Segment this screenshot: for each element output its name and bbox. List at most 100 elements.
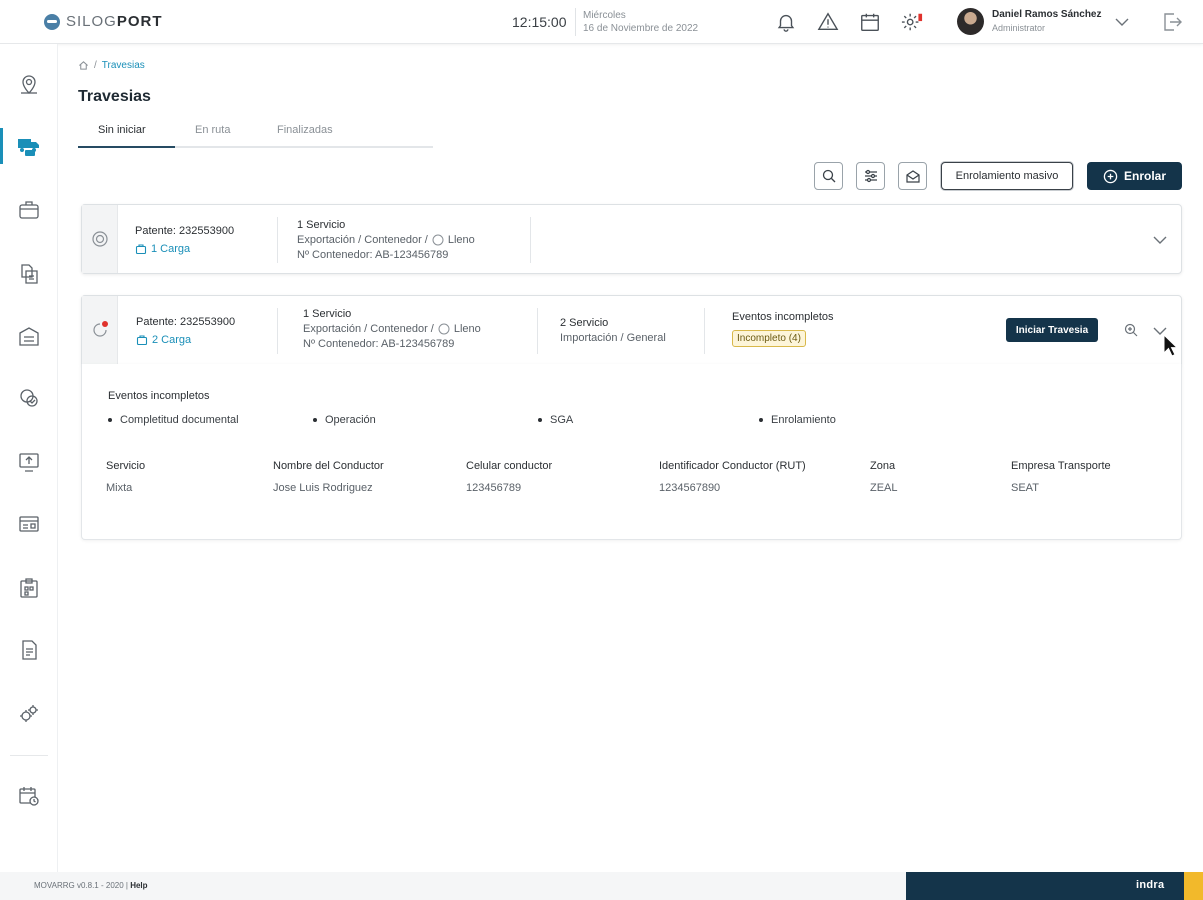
- divider: [277, 308, 278, 354]
- status-badge: Incompleto (4): [732, 330, 806, 347]
- user-role: Administrator: [992, 23, 1046, 33]
- card-status-strip: [82, 205, 118, 273]
- divider: [704, 308, 705, 354]
- chevron-down-icon[interactable]: [1114, 14, 1130, 33]
- service-title: 1 Servicio: [297, 219, 346, 231]
- mail-tray-icon: [905, 170, 920, 183]
- footer-version: MOVARRG v0.8.1 - 2020 | Help: [34, 881, 148, 890]
- map-pin-icon: [21, 75, 37, 94]
- container-state-icon: [438, 323, 450, 335]
- help-link[interactable]: Help: [130, 881, 147, 890]
- sidebar-item-travesias[interactable]: [0, 126, 58, 166]
- cell-value: SEAT: [1011, 482, 1039, 494]
- home-icon[interactable]: [78, 60, 89, 71]
- day-label: Miércoles: [583, 10, 626, 21]
- top-bar: SILOGPORT 12:15:00 Miércoles 16 de Novie…: [0, 0, 1203, 44]
- version-label: MOVARRG v0.8.1 - 2020 |: [34, 881, 128, 890]
- logout-icon[interactable]: [1160, 10, 1184, 37]
- bulk-enroll-button[interactable]: Enrolamiento masivo: [941, 162, 1073, 190]
- gears-icon: [20, 705, 38, 722]
- export-button[interactable]: [898, 162, 927, 190]
- service-state-label: Lleno: [453, 323, 481, 335]
- service-title: 2 Servicio: [560, 317, 609, 329]
- cell-value: ZEAL: [870, 482, 898, 494]
- divider: [277, 217, 278, 263]
- container-number: Nº Contenedor: AB-123456789: [303, 338, 455, 350]
- clock-time: 12:15:00: [512, 14, 567, 30]
- service-title: 1 Servicio: [303, 308, 352, 320]
- sidebar-item-upload[interactable]: [0, 442, 58, 482]
- card-carga-label: 2 Carga: [152, 334, 192, 346]
- brand-logo: indra: [1136, 879, 1165, 891]
- service-type: Exportación / Contenedor / Lleno: [297, 234, 475, 246]
- column-header: Zona: [870, 460, 896, 472]
- events-title: Eventos incompletos: [732, 311, 834, 323]
- breadcrumb-current[interactable]: Travesias: [102, 60, 145, 71]
- chevron-down-icon[interactable]: [1151, 231, 1169, 252]
- sidebar-item-warehouse[interactable]: [0, 316, 58, 356]
- cell-value: Mixta: [106, 482, 133, 494]
- warning-icon[interactable]: [816, 10, 840, 34]
- avatar[interactable]: [957, 8, 984, 35]
- service-type: Importación / General: [560, 332, 666, 344]
- file-report-icon: [22, 640, 37, 660]
- calendar-icon[interactable]: [858, 10, 882, 34]
- column-header: Celular conductor: [466, 460, 553, 472]
- warehouse-icon: [19, 327, 39, 346]
- documents-transfer-icon: [21, 264, 38, 284]
- breadcrumb: / Travesias: [78, 60, 145, 71]
- travesia-card[interactable]: Patente: 232553900 1 Carga 1 Servicio Ex…: [81, 204, 1182, 274]
- sidebar: [0, 44, 58, 872]
- active-tab-indicator: [78, 146, 175, 148]
- column-header: Identificador Conductor (RUT): [659, 460, 806, 472]
- cell-value: 123456789: [466, 482, 522, 494]
- column-header: Empresa Transporte: [1011, 460, 1111, 472]
- logo-mark-icon: [44, 13, 60, 30]
- card-carga-link[interactable]: 2 Carga: [136, 334, 191, 346]
- page-title: Travesias: [78, 88, 151, 105]
- enroll-button[interactable]: Enrolar: [1087, 162, 1182, 190]
- service-type-label: Exportación / Contenedor /: [303, 323, 434, 335]
- sidebar-item-clipboard[interactable]: [0, 568, 58, 608]
- clipboard-grid-icon: [20, 578, 38, 598]
- zoom-icon[interactable]: [1123, 322, 1139, 341]
- bell-icon[interactable]: [774, 10, 798, 34]
- tab-bar: Sin iniciar En ruta Finalizadas: [78, 118, 433, 148]
- sidebar-item-documents[interactable]: [0, 254, 58, 294]
- app-logo[interactable]: SILOGPORT: [44, 13, 163, 30]
- divider: [537, 308, 538, 354]
- container-state-icon: [432, 234, 444, 246]
- sidebar-item-settings[interactable]: [0, 694, 58, 734]
- plus-circle-icon: [1103, 169, 1118, 183]
- start-travesia-button[interactable]: Iniciar Travesia: [1006, 318, 1098, 342]
- cargo-icon: [135, 244, 147, 255]
- upload-screen-icon: [19, 453, 39, 472]
- sidebar-item-identity[interactable]: [0, 504, 58, 544]
- sidebar-divider: [10, 755, 48, 756]
- travesia-card[interactable]: Patente: 232553900 2 Carga 1 Servicio Ex…: [81, 295, 1182, 365]
- sidebar-item-cargo[interactable]: [0, 190, 58, 230]
- filter-button[interactable]: [856, 162, 885, 190]
- status-idle-icon: [91, 231, 108, 247]
- logo-text: SILOGPORT: [66, 13, 163, 30]
- sidebar-item-checklist[interactable]: [0, 378, 58, 418]
- tab-sin-iniciar[interactable]: Sin iniciar: [98, 124, 146, 136]
- card-carga-label: 1 Carga: [151, 243, 191, 255]
- sidebar-item-reports[interactable]: [0, 630, 58, 670]
- tab-finalizadas[interactable]: Finalizadas: [277, 124, 333, 136]
- status-alert-icon: [92, 321, 108, 337]
- sidebar-item-map[interactable]: [0, 64, 58, 104]
- tab-en-ruta[interactable]: En ruta: [195, 124, 230, 136]
- travesia-details-panel: Eventos incompletos Completitud document…: [81, 364, 1182, 540]
- settings-alert-icon[interactable]: [900, 10, 924, 34]
- cargo-icon: [136, 335, 148, 346]
- current-date: Miércoles 16 de Noviembre de 2022: [583, 9, 698, 35]
- checklist-cycle-icon: [20, 389, 38, 407]
- search-button[interactable]: [814, 162, 843, 190]
- sidebar-item-schedule[interactable]: [0, 776, 58, 816]
- container-number: Nº Contenedor: AB-123456789: [297, 249, 449, 261]
- divider: [575, 8, 576, 36]
- enroll-button-label: Enrolar: [1123, 169, 1166, 183]
- card-carga-link[interactable]: 1 Carga: [135, 243, 190, 255]
- cell-value: 1234567890: [659, 482, 721, 494]
